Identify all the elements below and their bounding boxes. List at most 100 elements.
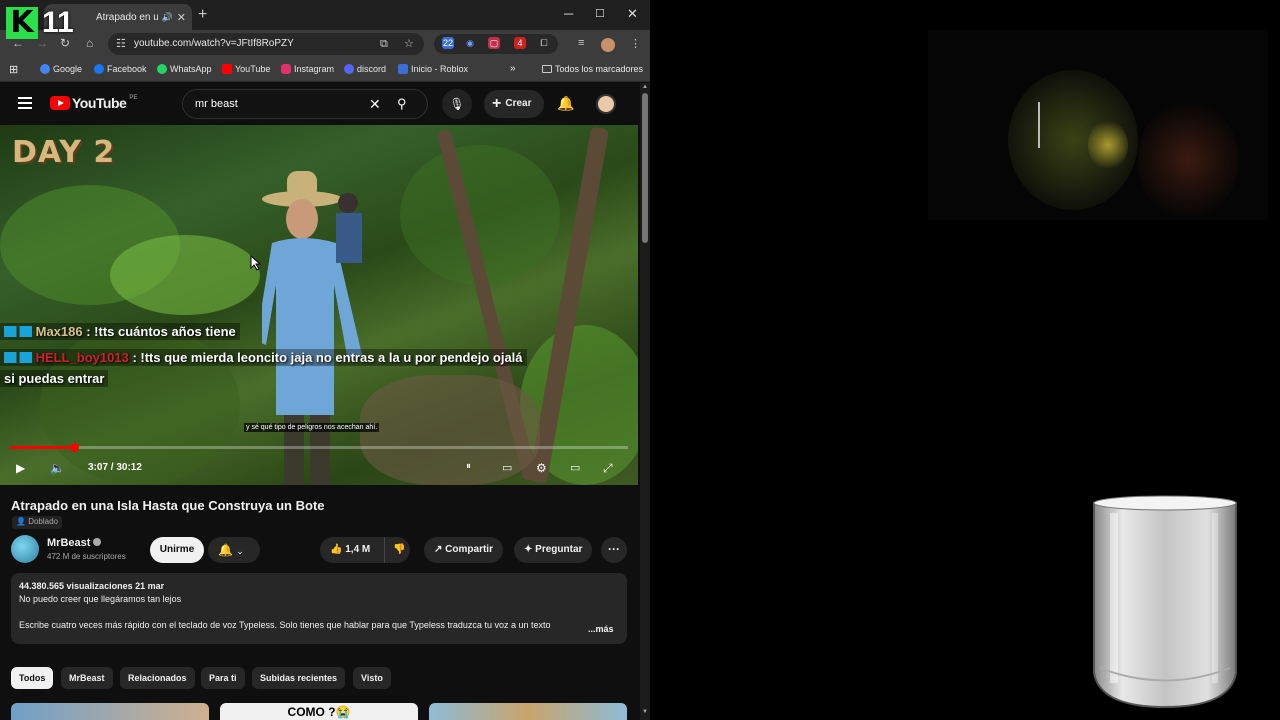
show-more-link[interactable]: ...más xyxy=(588,624,614,634)
address-bar[interactable]: ☷ youtube.com/watch?v=JFtIf8RoPZY ⧉ ☆ xyxy=(108,33,424,55)
notification-bell-button[interactable]: 🔔 ⌄ xyxy=(208,537,260,563)
bookmark-whatsapp[interactable]: WhatsApp xyxy=(157,64,212,74)
ground xyxy=(360,375,540,485)
browser-window: Atrapado en una Isla Hasta 🔊 ✕ + ─ ☐ ✕ K… xyxy=(0,0,650,720)
video-player[interactable]: DAY 2 Max186 : !tts cuántos años tiene H… xyxy=(0,125,638,485)
create-button[interactable]: + Crear xyxy=(484,90,544,118)
scroll-up-icon[interactable]: ▲ xyxy=(642,84,648,90)
dislike-icon[interactable]: 👎 xyxy=(384,537,405,563)
roblox-icon xyxy=(398,64,408,74)
discord-icon xyxy=(344,64,354,74)
progress-scrubber[interactable] xyxy=(69,443,79,452)
autoplay-toggle-icon[interactable]: ⏸ xyxy=(466,461,471,472)
ask-button[interactable]: ✦ Preguntar xyxy=(514,537,593,563)
channel-name[interactable]: MrBeast xyxy=(47,537,102,549)
video-subtitle: y sé qué tipo de peligros nos acechan ah… xyxy=(244,423,380,432)
time-display: 3:07 / 30:12 xyxy=(88,462,142,473)
profile-avatar[interactable] xyxy=(601,38,615,52)
reading-list-icon[interactable]: ≡ xyxy=(578,37,584,49)
like-icon[interactable]: 👍 xyxy=(330,544,342,555)
search-input[interactable]: mr beast ✕ ⚲ xyxy=(182,89,428,119)
volume-icon[interactable]: 🔈 xyxy=(50,461,65,475)
site-info-icon[interactable]: ☷ xyxy=(116,33,126,55)
video-thumbnail[interactable]: COMO ?😭 xyxy=(220,703,418,720)
day-overlay-title: DAY 2 xyxy=(12,135,116,170)
microphone-icon[interactable]: 🎙 xyxy=(442,89,472,119)
close-tab-icon[interactable]: ✕ xyxy=(177,11,186,24)
all-bookmarks[interactable]: Todos los marcadores xyxy=(542,64,643,74)
fullscreen-icon[interactable]: ⤢ xyxy=(603,461,613,476)
video-thumbnail[interactable] xyxy=(429,703,627,720)
bookmark-discord[interactable]: discord xyxy=(344,64,386,74)
theater-mode-icon[interactable]: ▭ xyxy=(570,461,580,474)
speaker-icon[interactable]: 🔊 xyxy=(162,12,173,23)
share-button[interactable]: ↗ Compartir xyxy=(424,537,503,563)
join-button[interactable]: Unirme xyxy=(150,537,204,563)
google-icon xyxy=(40,64,50,74)
menu-icon[interactable]: ⋮ xyxy=(630,37,641,50)
bookmark-instagram[interactable]: Instagram xyxy=(281,64,334,74)
new-tab-button[interactable]: + xyxy=(198,6,207,24)
chip-relacionados[interactable]: Relacionados xyxy=(120,667,195,689)
extension-icon-1[interactable]: 22 xyxy=(442,37,454,49)
bookmark-facebook[interactable]: Facebook xyxy=(94,64,147,74)
verified-icon xyxy=(93,538,102,546)
maximize-button[interactable]: ☐ xyxy=(595,7,605,20)
extension-icon-4[interactable]: 4 xyxy=(514,37,526,49)
youtube-wordmark: YouTube xyxy=(72,95,127,111)
page-scrollbar[interactable]: ▲ ▼ xyxy=(640,83,650,720)
bookmark-youtube[interactable]: YouTube xyxy=(222,64,270,74)
folder-icon xyxy=(542,65,552,73)
channel-avatar[interactable] xyxy=(11,535,39,563)
share-icon: ↗ xyxy=(434,544,443,555)
bookmark-star-icon[interactable]: ☆ xyxy=(404,33,414,55)
video-thumbnail[interactable] xyxy=(11,703,209,720)
chip-para-ti[interactable]: Para ti xyxy=(201,667,245,689)
chevron-down-icon: ⌄ xyxy=(236,546,244,556)
apps-icon[interactable]: ⊞ xyxy=(9,63,18,76)
whatsapp-icon xyxy=(157,64,167,74)
minimize-button[interactable]: ─ xyxy=(564,6,573,21)
youtube-icon xyxy=(222,64,232,74)
subscriber-count: 472 M de suscriptores xyxy=(47,552,126,561)
chip-mrbeast[interactable]: MrBeast xyxy=(61,667,113,689)
tab-title: Atrapado en una Isla Hasta xyxy=(96,11,158,23)
dubbed-badge: 👤 Doblado xyxy=(12,516,63,529)
install-icon[interactable]: ⧉ xyxy=(380,33,388,55)
chip-subidas-recientes[interactable]: Subidas recientes xyxy=(252,667,346,689)
video-title: Atrapado en una Isla Hasta que Construya… xyxy=(11,498,325,513)
search-icon[interactable]: ⚲ xyxy=(397,90,407,118)
bookmark-google[interactable]: Google xyxy=(40,64,82,74)
channel-overlay-logo: K 11 xyxy=(6,4,84,42)
clear-search-icon[interactable]: ✕ xyxy=(369,90,381,118)
extension-icon-2[interactable]: ◉ xyxy=(464,37,476,49)
microphone-stand xyxy=(1038,102,1040,148)
progress-bar[interactable] xyxy=(10,443,628,452)
chat-username: HELL_boy1013 xyxy=(35,350,129,365)
extension-icon-3[interactable]: ▢ xyxy=(488,37,500,49)
address-toolbar: ← → ↻ ⌂ ☷ youtube.com/watch?v=JFtIf8RoPZ… xyxy=(0,30,650,58)
home-icon[interactable]: ⌂ xyxy=(86,36,93,50)
chip-visto[interactable]: Visto xyxy=(353,667,391,689)
subtitles-icon[interactable]: ▭ xyxy=(502,461,512,474)
bookmark-roblox[interactable]: Inicio - Roblox xyxy=(398,64,468,74)
overflow-chevron-icon[interactable]: » xyxy=(510,63,516,74)
more-actions-icon[interactable]: ··· xyxy=(601,537,627,563)
close-window-button[interactable]: ✕ xyxy=(627,6,638,22)
logo-number: 11 xyxy=(42,6,74,39)
bell-icon: 🔔 xyxy=(218,543,233,557)
play-icon[interactable]: ▶ xyxy=(16,461,25,475)
youtube-logo[interactable]: YouTube PE xyxy=(50,95,137,111)
puzzle-icon[interactable]: ⧠ xyxy=(538,37,550,49)
instagram-icon xyxy=(281,64,291,74)
notifications-bell-icon[interactable]: 🔔 xyxy=(557,95,574,112)
user-avatar[interactable] xyxy=(596,94,616,114)
mouse-cursor-icon xyxy=(250,255,262,271)
description-box[interactable]: 44.380.565 visualizaciones 21 mar No pue… xyxy=(11,573,627,644)
scrollbar-thumb[interactable] xyxy=(642,93,648,243)
like-count[interactable]: 1,4 M xyxy=(345,544,370,555)
scroll-down-icon[interactable]: ▼ xyxy=(642,709,648,715)
hamburger-menu-icon[interactable] xyxy=(18,97,32,109)
chip-todos[interactable]: Todos xyxy=(11,667,54,689)
settings-gear-icon[interactable]: ⚙ xyxy=(536,461,547,475)
